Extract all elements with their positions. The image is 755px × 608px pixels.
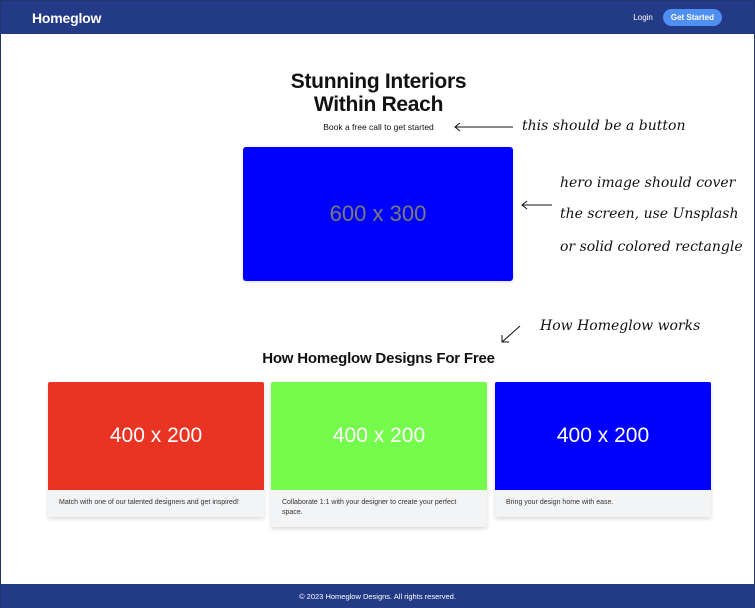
card-text: Match with one of our talented designers… (59, 499, 239, 506)
hero-annotation-line-1: hero image should cover (560, 175, 736, 191)
card-image-placeholder: 400 x 200 (109, 424, 203, 447)
how-it-works-annotation: How Homeglow works (540, 318, 701, 334)
button-annotation: this should be a button (522, 118, 686, 134)
hero-title: Stunning Interiors Within Reach (1, 70, 755, 116)
hero-annotation-line-3: or solid colored rectangle (560, 239, 743, 255)
card-image: 400 x 200 (48, 382, 264, 490)
down-left-arrow-icon (501, 325, 521, 343)
get-started-button[interactable]: Get Started (662, 9, 722, 26)
feature-card: 400 x 200 Collaborate 1:1 with your desi… (271, 382, 487, 527)
card-text: Bring your design home with ease. (506, 499, 614, 506)
brand-logo[interactable]: Homeglow (32, 10, 101, 26)
section-title: How Homeglow Designs For Free (262, 350, 495, 367)
hero-image: 600 x 300 (243, 147, 513, 281)
hero-title-line-1: Stunning Interiors (290, 70, 467, 93)
card-text: Collaborate 1:1 with your designer to cr… (282, 499, 457, 516)
hero-image-placeholder: 600 x 300 (329, 201, 427, 226)
card-image: 400 x 200 (271, 382, 487, 490)
left-arrow-icon (454, 122, 513, 132)
hero-annotation-line-2: the screen, use Unsplash (560, 206, 739, 222)
left-arrow-icon (521, 200, 552, 210)
hero-title-line-2: Within Reach (313, 93, 444, 116)
footer: © 2023 Homeglow Designs. All rights rese… (1, 584, 754, 608)
card-image: 400 x 200 (495, 382, 711, 490)
login-link[interactable]: Login (633, 13, 653, 22)
feature-card: 400 x 200 Match with one of our talented… (48, 382, 264, 517)
nav-actions: Login Get Started (633, 9, 722, 26)
feature-card: 400 x 200 Bring your design home with ea… (495, 382, 711, 517)
card-image-placeholder: 400 x 200 (332, 424, 426, 447)
card-image-placeholder: 400 x 200 (556, 424, 650, 447)
navbar: Homeglow Login Get Started (1, 1, 754, 34)
footer-copyright: © 2023 Homeglow Designs. All rights rese… (299, 592, 456, 601)
